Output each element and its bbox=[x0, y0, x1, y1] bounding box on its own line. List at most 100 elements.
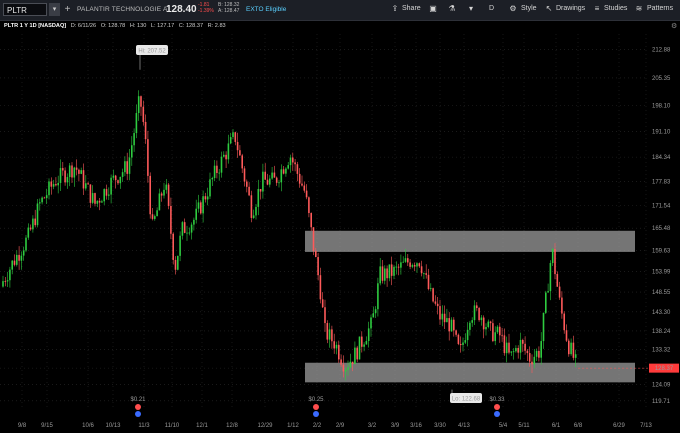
share-icon[interactable]: ⇪ bbox=[390, 4, 400, 14]
candle-body bbox=[257, 188, 260, 207]
candle-body bbox=[110, 177, 112, 195]
candle-body bbox=[551, 249, 554, 264]
candle-body bbox=[193, 219, 195, 225]
candle-body bbox=[492, 323, 494, 342]
candle-body bbox=[149, 175, 151, 215]
candle-body bbox=[384, 268, 386, 281]
candle-body bbox=[420, 266, 423, 274]
candle-body bbox=[319, 275, 322, 300]
candle-body bbox=[568, 340, 570, 355]
drawings-button[interactable]: Drawings bbox=[556, 5, 585, 12]
candle-body bbox=[137, 96, 140, 114]
candle-body bbox=[87, 183, 89, 185]
candle-body bbox=[462, 342, 464, 346]
candle-body bbox=[213, 165, 216, 178]
y-tick-label: 191.10 bbox=[652, 130, 671, 136]
candle-body bbox=[301, 183, 303, 186]
y-tick-label: 148.55 bbox=[652, 290, 671, 296]
symbol-dropdown-icon[interactable]: ▾ bbox=[49, 3, 60, 16]
candle-body bbox=[351, 361, 354, 365]
candle-body bbox=[397, 266, 400, 268]
candle-body bbox=[165, 184, 168, 190]
top-toolbar: PLTR ▾ + PALANTIR TECHNOLOGIE A 128.40 -… bbox=[0, 0, 680, 21]
candle-body bbox=[250, 195, 253, 218]
candle-body bbox=[517, 348, 519, 353]
candle-body bbox=[453, 319, 455, 331]
candle-body bbox=[154, 216, 156, 219]
candle-body bbox=[427, 274, 430, 290]
patterns-button[interactable]: Patterns bbox=[647, 5, 673, 12]
candle-body bbox=[117, 180, 119, 184]
current-price-label: 128.37 bbox=[655, 366, 674, 372]
candle-body bbox=[545, 292, 547, 313]
candle-body bbox=[347, 367, 349, 370]
candle-body bbox=[275, 177, 278, 183]
candle-body bbox=[538, 350, 540, 358]
candle-body bbox=[285, 168, 287, 174]
candle-body bbox=[144, 121, 147, 140]
candle-body bbox=[377, 283, 379, 310]
studies-button[interactable]: Studies bbox=[604, 5, 627, 12]
candle-body bbox=[9, 269, 11, 281]
bid-ask: B: 128.32 A: 128.47 bbox=[218, 2, 239, 14]
candle-body bbox=[407, 258, 409, 263]
candle-body bbox=[179, 235, 181, 256]
candle-body bbox=[243, 168, 246, 182]
period-button[interactable]: D bbox=[489, 5, 494, 12]
candle-body bbox=[457, 334, 460, 344]
x-tick-label: 6/29 bbox=[613, 423, 625, 429]
candle-body bbox=[335, 344, 338, 349]
settings-icon[interactable]: ⚙ bbox=[508, 4, 518, 14]
candle-body bbox=[43, 197, 46, 199]
candle-body bbox=[379, 266, 381, 284]
candle-body bbox=[160, 193, 163, 196]
x-tick-label: 7/13 bbox=[640, 423, 652, 429]
x-tick-label: 3/16 bbox=[410, 423, 422, 429]
candle-body bbox=[29, 227, 32, 230]
candle-body bbox=[540, 341, 542, 358]
candle-body bbox=[448, 318, 450, 332]
candle-body bbox=[183, 222, 186, 233]
candle-body bbox=[262, 171, 264, 192]
candle-body bbox=[455, 330, 457, 335]
candle-body bbox=[508, 342, 510, 353]
patterns-icon[interactable]: ≋ bbox=[634, 4, 644, 14]
candle-body bbox=[232, 132, 234, 138]
candle-body bbox=[354, 347, 356, 365]
y-tick-label: 212.88 bbox=[652, 48, 671, 54]
flask-icon[interactable]: ⚗ bbox=[447, 4, 457, 14]
candle-body bbox=[294, 162, 296, 165]
candle-body bbox=[22, 250, 25, 256]
x-tick-label: 10/13 bbox=[105, 423, 121, 429]
add-symbol-icon[interactable]: + bbox=[62, 3, 73, 16]
style-button[interactable]: Style bbox=[521, 5, 537, 12]
studies-icon[interactable]: ≡ bbox=[592, 4, 602, 14]
share-button[interactable]: Share bbox=[402, 5, 421, 12]
candle-body bbox=[496, 326, 499, 333]
exto-eligible-badge[interactable]: EXTO Eligible bbox=[246, 6, 286, 13]
chevron-down-icon[interactable]: ▾ bbox=[466, 4, 476, 14]
candle-body bbox=[501, 335, 503, 337]
candle-body bbox=[27, 227, 30, 238]
candle-body bbox=[248, 186, 250, 196]
x-tick-label: 1/12 bbox=[287, 423, 299, 429]
candle-body bbox=[234, 132, 237, 142]
cursor-icon[interactable]: ↖ bbox=[544, 4, 554, 14]
candle-body bbox=[487, 321, 490, 327]
ask-price: A: 128.47 bbox=[218, 8, 240, 14]
candle-body bbox=[85, 183, 87, 189]
candle-body bbox=[466, 329, 469, 341]
candle-body bbox=[432, 288, 434, 302]
candle-body bbox=[158, 193, 161, 211]
candle-body bbox=[441, 313, 444, 320]
candle-body bbox=[321, 299, 324, 308]
candle-body bbox=[292, 157, 294, 163]
save-icon[interactable]: ▣ bbox=[428, 4, 438, 14]
candle-body bbox=[271, 172, 273, 179]
candle-body bbox=[119, 176, 122, 184]
symbol-input[interactable]: PLTR bbox=[3, 3, 47, 16]
candle-body bbox=[229, 137, 232, 144]
candle-body bbox=[18, 254, 20, 261]
price-chart[interactable]: 119.71 124.09 128.37 133.32 138.24 143.30 148.… bbox=[0, 20, 680, 433]
candle-body bbox=[204, 196, 207, 200]
